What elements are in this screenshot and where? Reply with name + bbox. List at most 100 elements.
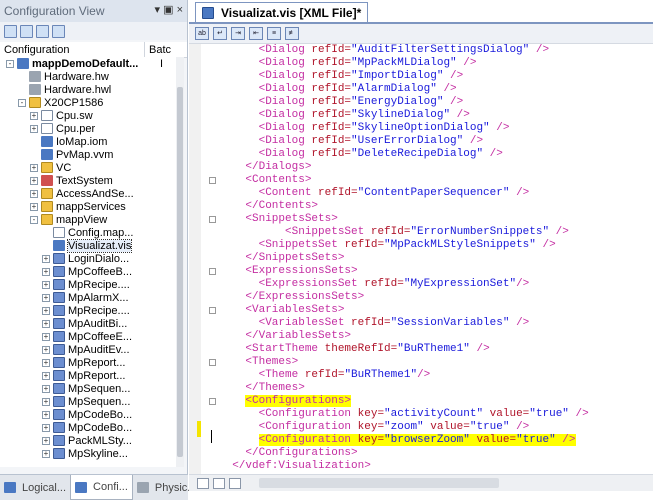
tree-item[interactable]: + MpCodeBo... (42, 421, 132, 434)
code-line[interactable]: <Dialog refId="UserErrorDialog" /> (219, 135, 483, 148)
tree-item[interactable]: + MpSequen... (42, 382, 130, 395)
tree-item[interactable]: IoMap.iom (30, 135, 107, 148)
expand-toggle-icon[interactable]: + (42, 397, 50, 406)
expand-toggle-icon[interactable]: - (6, 59, 14, 68)
tree-item[interactable]: - mappDemoDefault... I (6, 57, 163, 70)
view-mode-icon-2[interactable] (213, 477, 225, 489)
code-line[interactable]: <SnippetsSets> (219, 213, 337, 226)
expand-toggle-icon[interactable]: + (42, 371, 50, 380)
expand-toggle-icon[interactable]: + (42, 436, 50, 445)
code-line[interactable]: <Dialog refId="EnergyDialog" /> (219, 96, 464, 109)
code-line[interactable]: <VariablesSets> (219, 304, 344, 317)
code-line[interactable]: <Content refId="ContentPaperSequencer" /… (219, 187, 530, 200)
code-line[interactable]: <Dialog refId="AuditFilterSettingsDialog… (219, 44, 549, 57)
expand-toggle-icon[interactable]: + (30, 163, 38, 172)
expand-toggle-icon[interactable]: + (42, 423, 50, 432)
tree-item[interactable]: + MpReport... (42, 356, 125, 369)
expand-toggle-icon[interactable]: + (30, 124, 38, 133)
code-line[interactable]: <Configuration key="browserZoom" value="… (219, 434, 576, 447)
code-line[interactable]: <Dialog refId="AlarmDialog" /> (219, 83, 457, 96)
expand-toggle-icon[interactable]: + (30, 111, 38, 120)
document-tab[interactable]: Visualizat.vis [XML File]* (195, 2, 369, 22)
code-line[interactable]: <Configuration key="activityCount" value… (219, 408, 589, 421)
indent-icon[interactable]: ⇥ (231, 27, 245, 40)
horizontal-scrollbar-thumb[interactable] (259, 478, 499, 488)
code-line[interactable]: <Dialog refId="ImportDialog" /> (219, 70, 464, 83)
tree-item[interactable]: + MpAuditBi... (42, 317, 127, 330)
tree-item[interactable]: + MpAlarmX... (42, 291, 129, 304)
column-header-batch[interactable]: Batc (145, 42, 175, 57)
expand-toggle-icon[interactable]: + (42, 280, 50, 289)
tree-item[interactable]: Hardware.hwl (18, 83, 111, 96)
expand-toggle-icon[interactable]: + (42, 254, 50, 263)
fold-toggle-icon[interactable] (209, 177, 216, 184)
expand-toggle-icon[interactable]: + (30, 176, 38, 185)
tree-item[interactable]: + VC (30, 161, 71, 174)
fold-toggle-icon[interactable] (209, 359, 216, 366)
expand-toggle-icon[interactable]: + (30, 189, 38, 198)
xml-code-area[interactable]: <Dialog refId="AuditFilterSettingsDialog… (219, 44, 653, 474)
code-line[interactable]: <SnippetsSet refId="MpPackMLStyleSnippet… (219, 239, 556, 252)
tree-item[interactable]: Config.map... (42, 226, 133, 239)
outdent-icon[interactable]: ⇤ (249, 27, 263, 40)
tree-item[interactable]: + Cpu.sw (30, 109, 93, 122)
tree-item[interactable]: + MpCoffeeE... (42, 330, 132, 343)
toolbar-icon-4[interactable] (52, 24, 65, 38)
tree-item[interactable]: Visualizat.vis (42, 238, 133, 253)
code-line[interactable]: <Theme refId="BuRTheme1"/> (219, 369, 431, 382)
expand-toggle-icon[interactable]: + (42, 332, 50, 341)
expand-toggle-icon[interactable]: + (42, 345, 50, 354)
view-mode-icon-3[interactable] (229, 477, 241, 489)
fold-toggle-icon[interactable] (209, 398, 216, 405)
tree-item[interactable]: - X20CP1586 (18, 96, 103, 109)
tree-item[interactable]: + MpRecipe.... (42, 278, 130, 291)
tab-logical[interactable]: Logical... (0, 475, 70, 500)
code-line[interactable]: <Dialog refId="SkylineDialog" /> (219, 109, 470, 122)
tree-item[interactable]: + MpSkyline... (42, 447, 128, 460)
code-line[interactable]: <ExpressionsSets> (219, 265, 357, 278)
tree-scrollbar-thumb[interactable] (177, 87, 183, 457)
fold-toggle-icon[interactable] (209, 216, 216, 223)
tab-configuration[interactable]: Confi... (70, 475, 133, 500)
expand-toggle-icon[interactable]: + (42, 267, 50, 276)
uncomment-icon[interactable]: ≢ (285, 27, 299, 40)
expand-toggle-icon[interactable]: + (42, 319, 50, 328)
code-line[interactable]: </Dialogs> (219, 161, 311, 174)
code-line[interactable]: </SnippetsSets> (219, 252, 344, 265)
toolbar-icon-2[interactable] (20, 24, 33, 38)
tree-item[interactable]: + Cpu.per (30, 122, 95, 135)
tree-item[interactable]: + MpReport... (42, 369, 125, 382)
horizontal-scrollbar[interactable] (189, 474, 653, 491)
tree-item[interactable]: + MpSequen... (42, 395, 130, 408)
column-header-configuration[interactable]: Configuration (0, 42, 145, 57)
tree-item[interactable]: + PackMLSty... (42, 434, 132, 447)
code-line[interactable]: <Dialog refId="DeleteRecipeDialog" /> (219, 148, 503, 161)
fold-toggle-icon[interactable] (209, 268, 216, 275)
code-line[interactable]: <SnippetsSet refId="ErrorNumberSnippets"… (219, 226, 569, 239)
code-line[interactable]: </Configurations> (219, 447, 357, 460)
wrap-icon[interactable]: ↵ (213, 27, 227, 40)
tree-item[interactable]: + TextSystem (30, 174, 113, 187)
code-line[interactable]: </vdef:Visualization> (219, 460, 371, 473)
code-line[interactable]: </Contents> (219, 200, 318, 213)
tree-scrollbar[interactable] (176, 57, 184, 467)
expand-toggle-icon[interactable]: + (42, 384, 50, 393)
code-line[interactable]: <ExpressionsSet refId="MyExpressionSet"/… (219, 278, 530, 291)
comment-icon[interactable]: ≡ (267, 27, 281, 40)
expand-toggle-icon[interactable]: + (42, 358, 50, 367)
tree-item[interactable]: + MpCoffeeB... (42, 265, 132, 278)
toolbar-icon-3[interactable] (36, 24, 49, 38)
code-line[interactable]: <Configurations> (219, 395, 352, 408)
code-line[interactable]: </ExpressionsSets> (219, 291, 364, 304)
code-line[interactable]: <Configuration key="zoom" value="true" /… (219, 421, 530, 434)
expand-toggle-icon[interactable]: + (30, 202, 38, 211)
tree-item[interactable]: + mappServices (30, 200, 126, 213)
code-line[interactable]: </Themes> (219, 382, 304, 395)
code-line[interactable]: <Dialog refId="MpPackMLDialog" /> (219, 57, 477, 70)
tree-item[interactable]: Hardware.hw (18, 70, 109, 83)
expand-toggle-icon[interactable]: + (42, 410, 50, 419)
tree-item[interactable]: + MpRecipe.... (42, 304, 130, 317)
panel-controls[interactable]: ▾ ▣ × (155, 3, 183, 16)
code-line[interactable]: <Contents> (219, 174, 311, 187)
tree-item[interactable]: + MpAuditEv... (42, 343, 130, 356)
